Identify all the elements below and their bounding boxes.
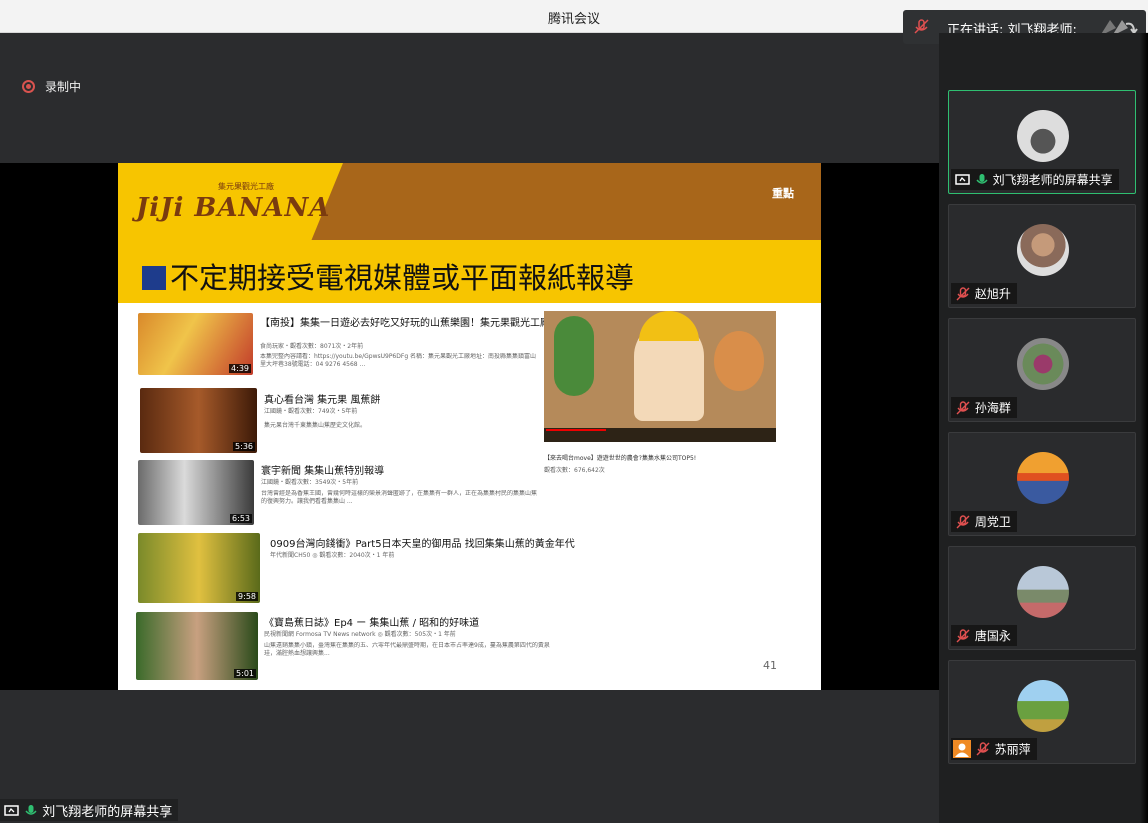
mic-muted-icon xyxy=(914,19,929,34)
video-desc: 台灣曾經是為香蕉王國，曾幾何時這樣的榮景消聲匿跡了，在集集有一群人，正在為集集村… xyxy=(261,490,538,505)
slide-page-number: 41 xyxy=(763,659,777,672)
record-icon xyxy=(22,80,35,93)
video-item: 6:53 寰宇新聞 集集山蕉特別報導 江國鏡・觀看次數：3549次・5年前 台灣… xyxy=(138,460,538,525)
video-meta: 江國鏡・觀看次數：749次・5年前 xyxy=(264,408,358,415)
bullet-square-icon xyxy=(142,266,166,290)
avatar xyxy=(1017,224,1069,276)
video-item: 4:39 【南投】集集一日遊必去好吃又好玩的山蕉樂園！集元果觀光工廠 食尚玩家 … xyxy=(138,313,593,375)
video-thumbnail: 4:39 xyxy=(138,313,253,375)
featured-video-caption: 【來去喝台move】遊遊世世的農會?集集水蕉公司TOP5! xyxy=(544,455,697,462)
video-controls xyxy=(544,428,776,442)
participant-label: 孙海群 xyxy=(951,397,1017,418)
mic-on-icon xyxy=(25,804,37,815)
video-item: 9:58 0909台灣向錢衝》Part5日本天皇的御用品 找回集集山蕉的黃金年代… xyxy=(138,533,575,603)
screen-share-icon xyxy=(955,173,970,185)
participant-tile[interactable]: 孙海群 xyxy=(948,318,1136,422)
mic-muted-icon xyxy=(956,514,970,528)
screen-share-label: 刘飞翔老师的屏幕共享 xyxy=(0,799,179,821)
participant-name: 唐国永 xyxy=(974,629,1011,643)
video-meta: 江國鏡・觀看次數：3549次・5年前 xyxy=(261,479,359,486)
participant-name: 刘飞翔老师的屏幕共享 xyxy=(992,173,1113,187)
video-desc: 本集完整內容請看：https://youtu.be/GpwsU9P6DFg 名稱… xyxy=(260,353,537,368)
video-desc: 山蕉遠銷集集小鎮，臺灣蕉在集集的五、六零年代最鼎盛時期，在日本市占率達9成，蔓為… xyxy=(264,642,550,657)
video-title: 寰宇新聞 集集山蕉特別報導 xyxy=(261,466,385,477)
video-thumbnail: 9:58 xyxy=(138,533,260,603)
slide-tag: 重點 xyxy=(772,187,794,200)
video-title: 真心看台灣 集元果 風蕉餅 xyxy=(264,395,381,406)
meeting-window: 腾讯会议 录制中 集元果觀光工廠 JiJi BANANA 重點 不定期接受電視媒… xyxy=(0,0,1148,823)
participant-label: 苏丽萍 xyxy=(951,738,1037,760)
user-icon xyxy=(953,740,971,758)
participant-name: 孙海群 xyxy=(974,401,1011,415)
participant-name: 赵旭升 xyxy=(974,287,1011,301)
video-title: 0909台灣向錢衝》Part5日本天皇的御用品 找回集集山蕉的黃金年代 xyxy=(270,539,575,550)
avatar xyxy=(1017,452,1069,504)
participant-name: 周党卫 xyxy=(974,515,1011,529)
slide-logo: JiJi BANANA xyxy=(136,193,331,223)
avatar xyxy=(1017,338,1069,390)
screen-share-icon xyxy=(4,804,19,816)
screen-share-view: 集元果觀光工廠 JiJi BANANA 重點 不定期接受電視媒體或平面報紙報導 … xyxy=(0,163,939,690)
video-meta: 民視新聞網 Formosa TV News network ◎ 觀看次數：505… xyxy=(264,631,456,638)
video-meta: 年代新聞CH50 ◎ 觀看次數：2040次・1 年前 xyxy=(270,552,395,559)
mic-muted-icon xyxy=(956,628,970,642)
mic-on-icon xyxy=(976,173,988,184)
screen-share-label-text: 刘飞翔老师的屏幕共享 xyxy=(42,805,173,820)
avatar xyxy=(1017,566,1069,618)
mic-muted-icon xyxy=(976,742,990,756)
slide-logo-subtitle: 集元果觀光工廠 xyxy=(218,182,274,191)
main-stage: 录制中 集元果觀光工廠 JiJi BANANA 重點 不定期接受電視媒體或平面報… xyxy=(0,33,939,823)
video-thumbnail: 5:36 xyxy=(140,388,257,453)
participant-tile[interactable]: 赵旭升 xyxy=(948,204,1136,308)
presentation-slide: 集元果觀光工廠 JiJi BANANA 重點 不定期接受電視媒體或平面報紙報導 … xyxy=(118,163,821,690)
video-thumbnail: 5:01 xyxy=(136,612,258,680)
avatar xyxy=(1017,680,1069,732)
participant-tile[interactable]: 唐国永 xyxy=(948,546,1136,650)
recording-label: 录制中 xyxy=(45,80,82,94)
video-item: 5:01 《寶島蕉日誌》Ep4 ー 集集山蕉 / 昭和的好味道 民視新聞網 Fo… xyxy=(136,612,556,680)
participant-label: 刘飞翔老师的屏幕共享 xyxy=(951,169,1119,190)
mic-muted-icon xyxy=(956,286,970,300)
participant-tile-screen-share[interactable]: 刘飞翔老师的屏幕共享 xyxy=(948,90,1136,194)
participant-tile[interactable]: 苏丽萍 xyxy=(948,660,1136,764)
video-item: 5:36 真心看台灣 集元果 風蕉餅 江國鏡・觀看次數：749次・5年前 集元果… xyxy=(140,388,540,453)
participant-label: 唐国永 xyxy=(951,625,1017,646)
video-desc: 集元果台灣千東集集山蕉歷史文化館。 xyxy=(264,422,367,429)
mic-muted-icon xyxy=(956,400,970,414)
participant-name: 苏丽萍 xyxy=(994,742,1031,757)
video-progress xyxy=(546,429,606,431)
video-thumbnail: 6:53 xyxy=(138,460,254,525)
video-title: 《寶島蕉日誌》Ep4 ー 集集山蕉 / 昭和的好味道 xyxy=(264,618,480,629)
avatar xyxy=(1017,110,1069,162)
featured-video-meta: 觀看次數：676,642次 xyxy=(544,467,605,474)
participant-label: 周党卫 xyxy=(951,511,1017,532)
slide-headline: 不定期接受電視媒體或平面報紙報導 xyxy=(142,255,634,297)
participant-tile[interactable]: 周党卫 xyxy=(948,432,1136,536)
panel-scrollbar[interactable] xyxy=(1140,33,1148,823)
participants-panel: 刘飞翔老师的屏幕共享 赵旭升 孙海群 周党卫 唐国永 苏丽萍 xyxy=(939,33,1148,823)
participant-label: 赵旭升 xyxy=(951,283,1017,304)
featured-video-player xyxy=(544,311,776,442)
video-meta: 食尚玩家・觀看次數：8071次・2年前 xyxy=(260,343,364,350)
recording-indicator[interactable]: 录制中 xyxy=(22,78,81,95)
